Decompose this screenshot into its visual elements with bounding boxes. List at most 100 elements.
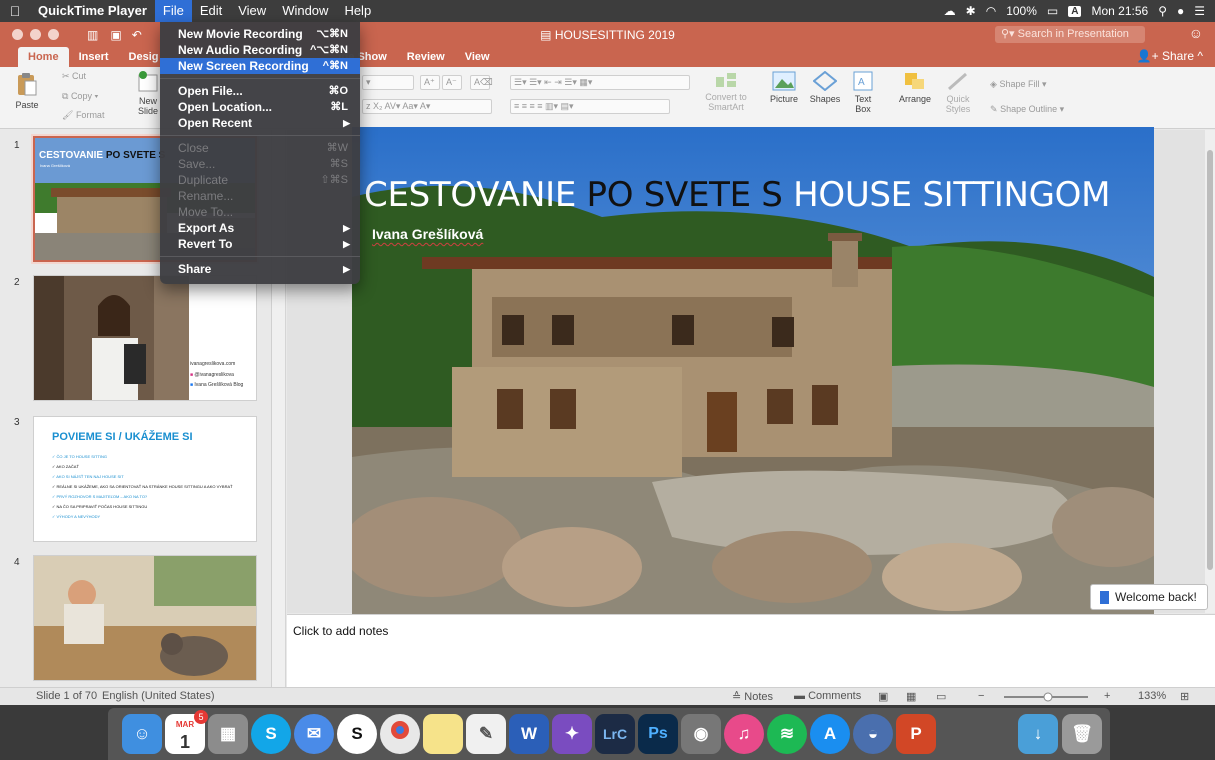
tab-home[interactable]: Home xyxy=(18,47,69,67)
menu-window[interactable]: Window xyxy=(274,0,336,22)
menu-item-share[interactable]: Share ▶ xyxy=(160,261,360,277)
bluetooth-icon[interactable]: ✱ xyxy=(966,4,976,18)
image-capture-icon[interactable]: ◉ xyxy=(681,714,721,754)
slide-thumbnail-3[interactable]: POVIEME SI / UKÁŽEME SI ✓ ČO JE TO HOUSE… xyxy=(33,416,257,542)
text-box-button[interactable]: A Text Box xyxy=(848,71,878,114)
notes-app-icon[interactable] xyxy=(423,714,463,754)
tab-insert[interactable]: Insert xyxy=(69,47,119,67)
arrange-button[interactable]: Arrange xyxy=(894,71,936,104)
list-buttons[interactable]: ☰▾ ☰▾ ⇤ ⇥ ☰▾ ▦▾ xyxy=(510,75,690,90)
input-source-icon[interactable]: A xyxy=(1068,5,1082,17)
skype-icon[interactable]: S xyxy=(251,714,291,754)
spotlight-search-icon[interactable]: ⚲ xyxy=(1158,4,1167,18)
menu-view[interactable]: View xyxy=(230,0,274,22)
menu-edit[interactable]: Edit xyxy=(192,0,230,22)
zoom-out-button[interactable]: − xyxy=(978,690,984,702)
reading-view-icon[interactable]: ▭ xyxy=(936,690,946,703)
zoom-slider[interactable] xyxy=(1004,692,1088,702)
font-size-field[interactable]: ▾ xyxy=(362,75,414,90)
editor-scrollbar[interactable] xyxy=(1205,130,1215,613)
increase-font-button[interactable]: A⁺ xyxy=(420,75,440,90)
share-button[interactable]: 👤+ Share ^ xyxy=(1137,49,1203,63)
siri-icon[interactable]: ● xyxy=(1177,4,1184,18)
search-presentation-input[interactable]: ⚲▾ Search in Presentation xyxy=(995,26,1145,43)
app-store-icon[interactable]: A xyxy=(810,714,850,754)
menu-item-export-as[interactable]: Export As ▶ xyxy=(160,220,360,236)
paste-button[interactable]: Paste xyxy=(12,71,42,110)
welcome-back-tooltip[interactable]: Welcome back! xyxy=(1090,584,1208,610)
lightroom-icon[interactable]: LrC xyxy=(595,714,635,754)
clear-format-button[interactable]: A⌫ xyxy=(470,75,493,90)
notes-pane[interactable]: Click to add notes xyxy=(287,614,1215,687)
cut-button[interactable]: ✂ Cut xyxy=(62,71,86,82)
menu-help[interactable]: Help xyxy=(336,0,379,22)
zoom-slider-thumb[interactable] xyxy=(1043,692,1053,702)
format-painter-button[interactable]: 🖌 Format xyxy=(62,110,104,121)
align-buttons[interactable]: ≡ ≡ ≡ ≡ ▥▾ ▤▾ xyxy=(510,99,670,114)
menu-item-new-movie-recording[interactable]: New Movie Recording ⌥⌘N xyxy=(160,26,360,42)
slide-thumbnail-2[interactable]: ivanagreslikova.com ■ @ivanagreslikova ■… xyxy=(33,275,257,401)
battery-percentage[interactable]: 100% xyxy=(1006,4,1037,18)
textedit-icon[interactable]: ✎ xyxy=(466,714,506,754)
tab-view[interactable]: View xyxy=(455,47,500,67)
quicktime-icon[interactable]: ◒ xyxy=(853,714,893,754)
menu-item-open-file[interactable]: Open File... ⌘O xyxy=(160,83,360,99)
main-slide[interactable]: CESTOVANIE PO SVETE S HOUSE SITTINGOM Iv… xyxy=(352,127,1154,614)
app-s-icon[interactable]: S xyxy=(337,714,377,754)
menu-file[interactable]: File xyxy=(154,0,192,22)
font-style-buttons[interactable]: z X₂ AV▾ Aa▾ A▾ xyxy=(362,99,492,114)
save-icon[interactable]: ▣ xyxy=(110,28,121,42)
menu-item-open-recent[interactable]: Open Recent ▶ xyxy=(160,115,360,131)
slide-thumbnail-4[interactable] xyxy=(33,555,257,681)
quick-styles-button[interactable]: Quick Styles xyxy=(940,71,976,114)
menu-item-open-location[interactable]: Open Location... ⌘L xyxy=(160,99,360,115)
slide-sorter-icon[interactable]: ▦ xyxy=(906,690,916,703)
convert-smartart-button[interactable]: Convert to SmartArt xyxy=(698,71,754,112)
shapes-button[interactable]: Shapes xyxy=(806,71,844,104)
menu-item-new-screen-recording[interactable]: New Screen Recording ^⌘N xyxy=(160,58,360,74)
final-cut-icon[interactable]: ✦ xyxy=(552,714,592,754)
undo-icon[interactable]: ↶ xyxy=(132,28,142,42)
shape-fill-button[interactable]: ◈ Shape Fill ▾ xyxy=(990,79,1047,90)
notification-center-icon[interactable]: ☰ xyxy=(1194,4,1205,18)
copy-button[interactable]: ⧉ Copy ▾ xyxy=(62,91,98,102)
tab-review[interactable]: Review xyxy=(397,47,455,67)
comments-toggle-button[interactable]: ▬ Comments xyxy=(794,690,861,702)
menu-item-new-audio-recording[interactable]: New Audio Recording ^⌥⌘N xyxy=(160,42,360,58)
downloads-folder-icon[interactable]: ↓ xyxy=(1018,714,1058,754)
apple-icon[interactable]:  xyxy=(0,3,30,19)
calculator-icon[interactable]: ▦ xyxy=(208,714,248,754)
zoom-window-button[interactable] xyxy=(48,29,59,40)
close-window-button[interactable] xyxy=(12,29,23,40)
notes-toggle-button[interactable]: ≙ Notes xyxy=(732,690,773,703)
photoshop-icon[interactable]: Ps xyxy=(638,714,678,754)
chrome-icon[interactable] xyxy=(380,714,420,754)
slide-author[interactable]: Ivana Grešlíková xyxy=(372,226,483,242)
word-icon[interactable]: W xyxy=(509,714,549,754)
finder-icon[interactable]: ☺ xyxy=(122,714,162,754)
trash-icon[interactable]: 🗑 xyxy=(1062,714,1102,754)
powerpoint-icon[interactable]: P xyxy=(896,714,936,754)
decrease-font-button[interactable]: A⁻ xyxy=(442,75,462,90)
sidebar-toggle-icon[interactable]: ▥ xyxy=(87,28,98,42)
fit-to-window-icon[interactable]: ⊞ xyxy=(1180,690,1189,703)
shape-outline-button[interactable]: ✎ Shape Outline ▾ xyxy=(990,104,1064,115)
battery-icon[interactable]: ▭ xyxy=(1047,4,1058,18)
picture-button[interactable]: Picture xyxy=(764,71,804,104)
normal-view-icon[interactable]: ▣ xyxy=(878,690,888,703)
clock[interactable]: Mon 21:56 xyxy=(1091,4,1148,18)
slide-title[interactable]: CESTOVANIE PO SVETE S HOUSE SITTINGOM xyxy=(364,175,1110,215)
language-status[interactable]: English (United States) xyxy=(102,690,215,702)
spotify-icon[interactable]: ≋ xyxy=(767,714,807,754)
zoom-level[interactable]: 133% xyxy=(1138,690,1166,702)
wifi-icon[interactable]: ◠ xyxy=(986,4,996,18)
mail-icon[interactable]: ✉ xyxy=(294,714,334,754)
menu-item-revert-to[interactable]: Revert To ▶ xyxy=(160,236,360,252)
minimize-window-button[interactable] xyxy=(30,29,41,40)
feedback-smiley-icon[interactable]: ☺ xyxy=(1189,25,1203,41)
itunes-icon[interactable]: ♫ xyxy=(724,714,764,754)
zoom-in-button[interactable]: + xyxy=(1104,690,1110,702)
creative-cloud-icon[interactable]: ☁ xyxy=(944,4,956,18)
scrollbar-thumb[interactable] xyxy=(1207,150,1213,570)
menu-app-name[interactable]: QuickTime Player xyxy=(30,0,155,22)
